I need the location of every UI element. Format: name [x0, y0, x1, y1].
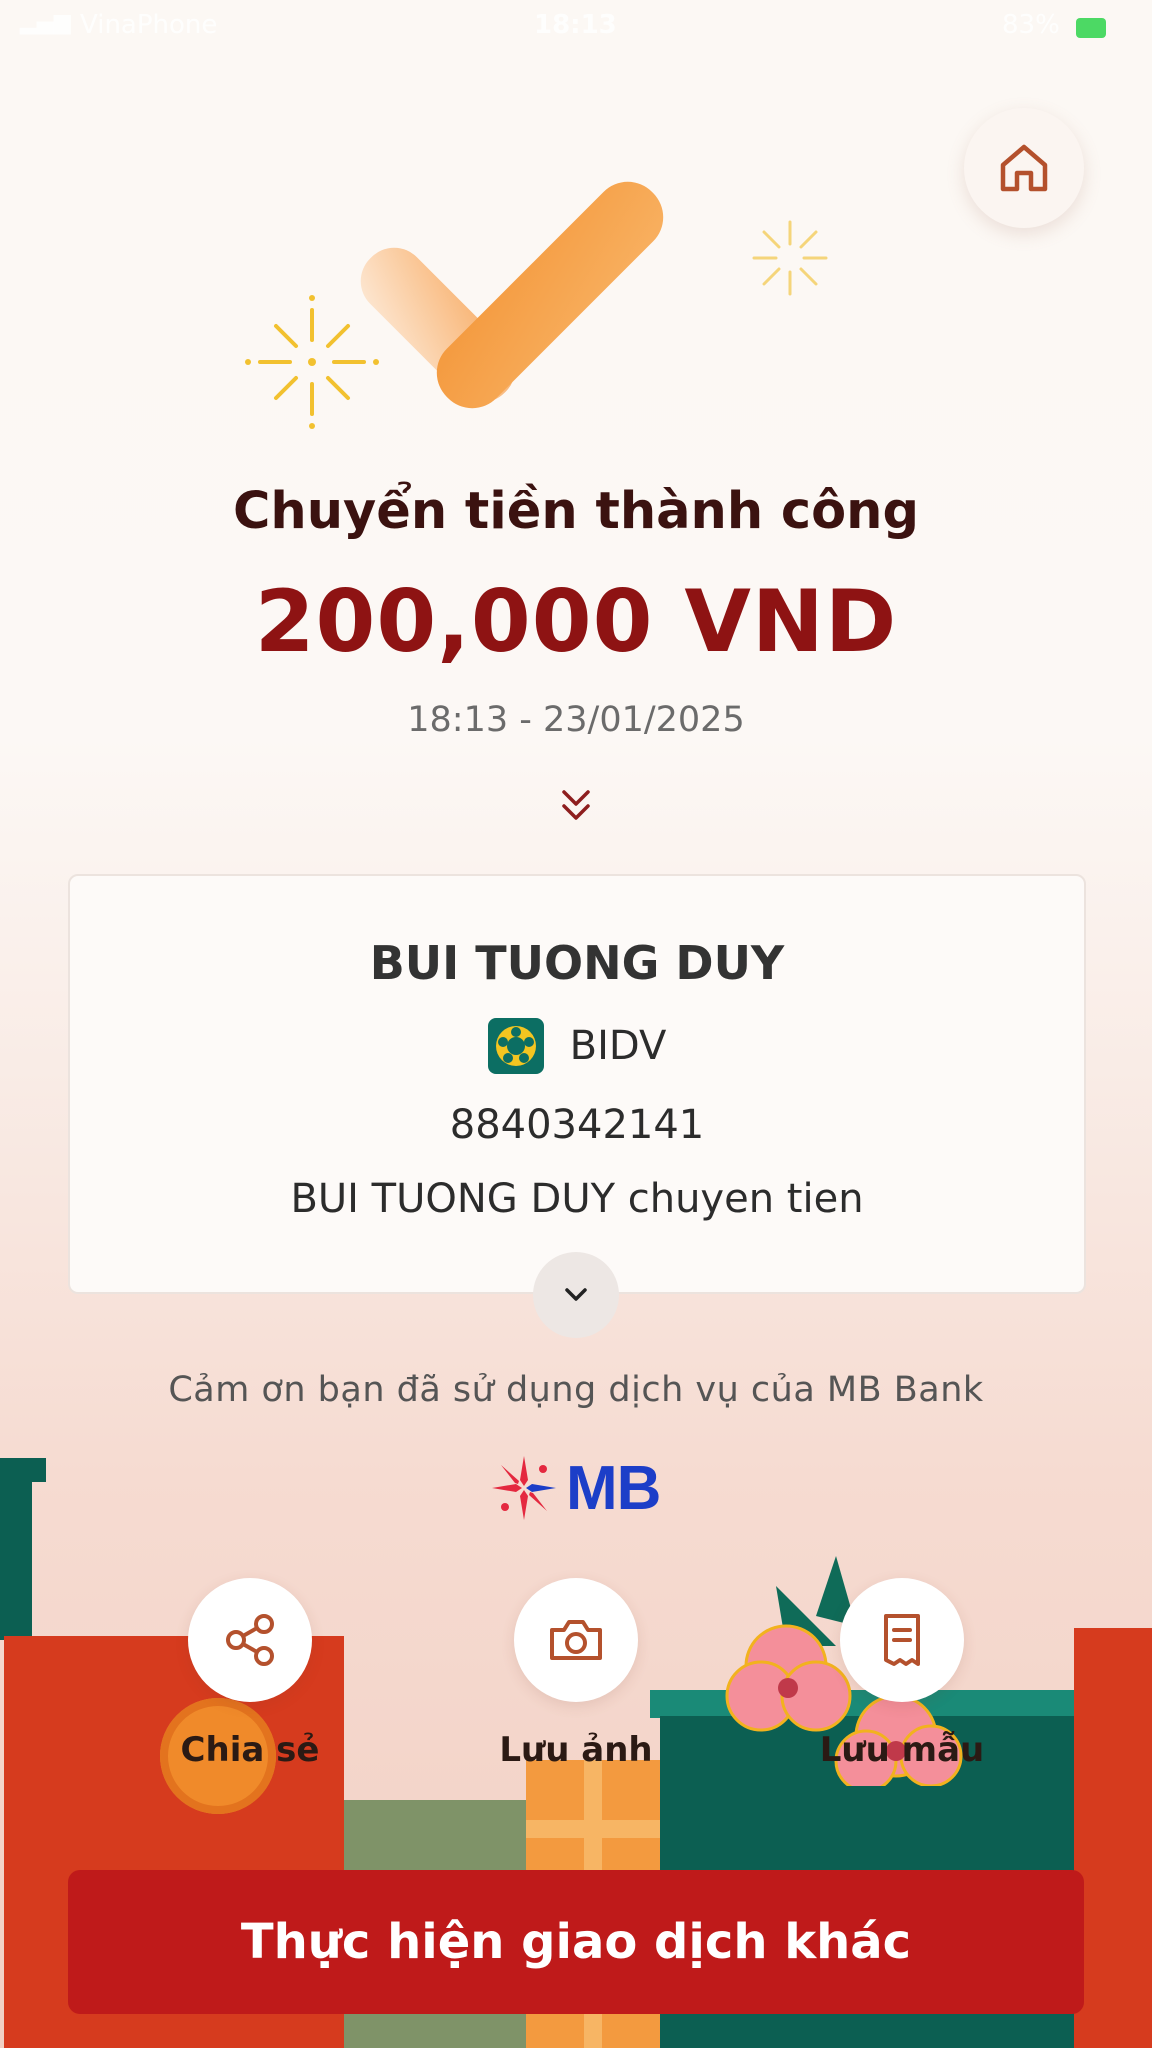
recipient-name: BUI TUONG DUY — [369, 936, 785, 990]
camera-icon — [550, 1620, 602, 1660]
save-template-label: Lưu mẫu — [819, 1730, 985, 1770]
transfer-timestamp: 18:13 - 23/01/2025 — [407, 700, 745, 740]
save-image-action[interactable]: Lưu ảnh — [456, 1578, 696, 1770]
share-button[interactable] — [188, 1578, 312, 1702]
bidv-logo-icon — [487, 1018, 544, 1074]
carrier-label: VinaPhone — [80, 10, 218, 40]
save-image-label: Lưu ảnh — [499, 1730, 653, 1770]
new-transaction-button[interactable]: Thực hiện giao dịch khác — [68, 1870, 1084, 2014]
home-button[interactable] — [964, 108, 1084, 228]
scenery-red-building-right — [1074, 1628, 1152, 2048]
save-template-action[interactable]: Lưu mẫu — [782, 1578, 1022, 1770]
receipt-icon — [884, 1614, 920, 1666]
recipient-card: BUI TUONG DUY BIDV 8840342141 BUI TUONG … — [68, 874, 1086, 1294]
mb-star-icon — [492, 1456, 556, 1520]
home-icon — [1000, 144, 1048, 192]
battery-icon — [1076, 18, 1106, 38]
signal-icon: ▂▄▆ — [20, 10, 71, 35]
account-number: 8840342141 — [449, 1102, 705, 1148]
status-bar: ▂▄▆ VinaPhone 18:13 83% — [0, 0, 1152, 60]
transfer-message: BUI TUONG DUY chuyen tien — [290, 1176, 864, 1222]
share-action[interactable]: Chia sẻ — [130, 1578, 370, 1770]
mb-logo-text: MB — [566, 1453, 661, 1523]
battery-percent: 83% — [1002, 10, 1060, 40]
transfer-amount: 200,000 VND — [254, 572, 898, 672]
expand-details-button[interactable] — [533, 1252, 619, 1338]
success-check-illustration — [245, 181, 828, 429]
bank-name: BIDV — [569, 1023, 667, 1069]
chevron-down-icon — [565, 1288, 587, 1301]
success-title: Chuyển tiền thành công — [232, 482, 919, 541]
save-image-button[interactable] — [514, 1578, 638, 1702]
scenery-lamp-post — [0, 1480, 32, 1640]
share-icon — [226, 1614, 274, 1666]
share-label: Chia sẻ — [180, 1730, 320, 1770]
save-template-button[interactable] — [840, 1578, 964, 1702]
clock: 18:13 — [534, 10, 617, 40]
mb-bank-logo: MB — [488, 1452, 661, 1524]
bank-row: BIDV — [70, 1018, 1084, 1074]
double-chevron-down-icon — [562, 790, 590, 820]
thanks-message: Cảm ơn bạn đã sử dụng dịch vụ của MB Ban… — [168, 1370, 984, 1410]
scenery-lamp-top — [0, 1458, 46, 1482]
